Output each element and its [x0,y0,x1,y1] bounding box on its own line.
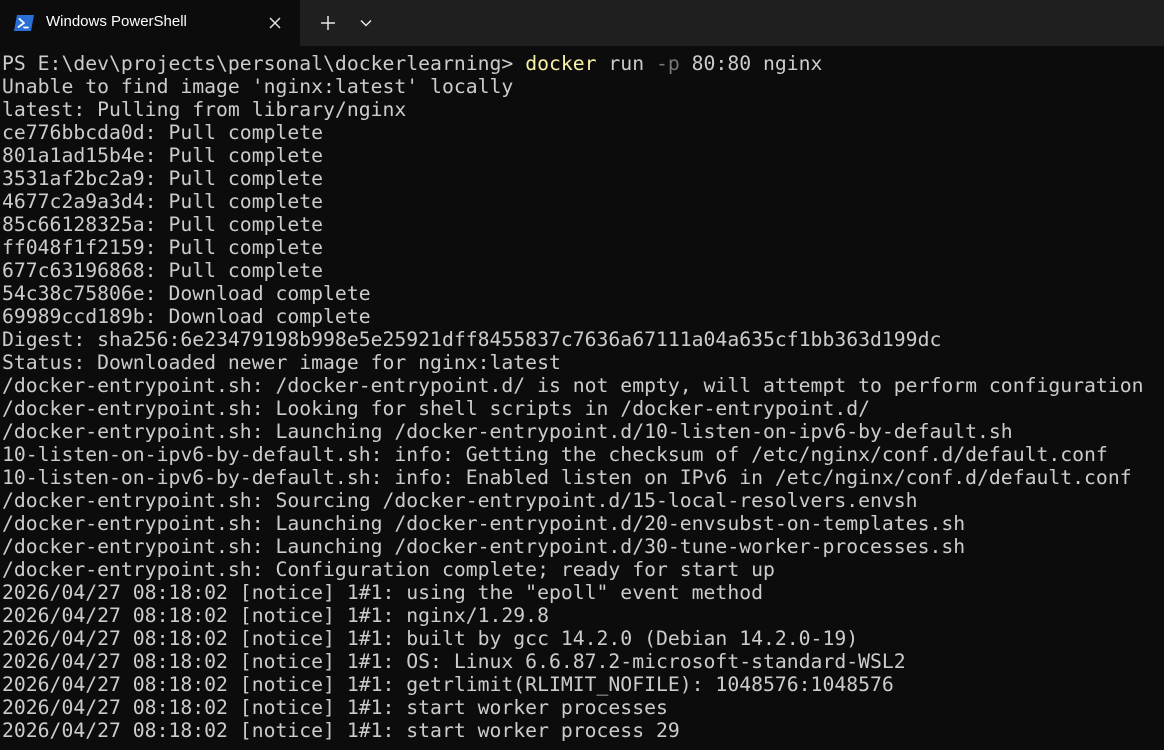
output-line: /docker-entrypoint.sh: Looking for shell… [2,397,871,420]
tab-title: Windows PowerShell [46,13,187,30]
output-line: 2026/04/27 08:18:02 [notice] 1#1: start … [2,719,680,742]
output-line: /docker-entrypoint.sh: Launching /docker… [2,420,1013,443]
output-line: ce776bbcda0d: Pull complete [2,121,324,144]
output-line: 3531af2bc2a9: Pull complete [2,167,324,190]
plus-icon[interactable] [316,11,340,35]
command-args: 80:80 nginx [679,52,823,75]
output-line: latest: Pulling from library/nginx [2,98,407,121]
output-line: /docker-entrypoint.sh: Launching /docker… [2,512,966,535]
output-line: 85c66128325a: Pull complete [2,213,324,236]
output-line: 2026/04/27 08:18:02 [notice] 1#1: start … [2,696,668,719]
output-line: 2026/04/27 08:18:02 [notice] 1#1: OS: Li… [2,650,906,673]
output-line: Digest: sha256:6e23479198b998e5e25921dff… [2,328,942,351]
command-flag: -p [655,52,680,75]
output-line: 2026/04/27 08:18:02 [notice] 1#1: using … [2,581,763,604]
close-icon[interactable] [264,12,286,34]
output-line: Unable to find image 'nginx:latest' loca… [2,75,514,98]
output-line: 10-listen-on-ipv6-by-default.sh: info: G… [2,443,1108,466]
output-line: 2026/04/27 08:18:02 [notice] 1#1: nginx/… [2,604,549,627]
tab-windows-powershell[interactable]: Windows PowerShell [0,0,300,46]
output-line: 801a1ad15b4e: Pull complete [2,144,324,167]
output-line: /docker-entrypoint.sh: /docker-entrypoin… [2,374,1144,397]
terminal-output[interactable]: PS E:\dev\projects\personal\dockerlearni… [0,52,1164,750]
output-line: 2026/04/27 08:18:02 [notice] 1#1: getrli… [2,673,894,696]
output-line: /docker-entrypoint.sh: Configuration com… [2,558,775,581]
chevron-down-icon[interactable] [354,11,378,35]
prompt: PS E:\dev\projects\personal\dockerlearni… [2,52,526,75]
output-line: 2026/04/27 08:18:02 [notice] 1#1: built … [2,627,859,650]
output-line: 10-listen-on-ipv6-by-default.sh: info: E… [2,466,1132,489]
output-line: /docker-entrypoint.sh: Launching /docker… [2,535,966,558]
command-sub: run [596,52,656,75]
prompt-line: PS E:\dev\projects\personal\dockerlearni… [2,52,822,75]
output-line: Status: Downloaded newer image for nginx… [2,351,561,374]
output-line: 54c38c75806e: Download complete [2,282,371,305]
powershell-icon [13,12,35,34]
command-name: docker [525,52,597,75]
output-line: /docker-entrypoint.sh: Sourcing /docker-… [2,489,918,512]
output-line: 69989ccd189b: Download complete [2,305,371,328]
output-line: ff048f1f2159: Pull complete [2,236,324,259]
output-line: 4677c2a9a3d4: Pull complete [2,190,324,213]
output-line: 677c63196868: Pull complete [2,259,324,282]
title-bar: Windows PowerShell [0,0,1164,46]
